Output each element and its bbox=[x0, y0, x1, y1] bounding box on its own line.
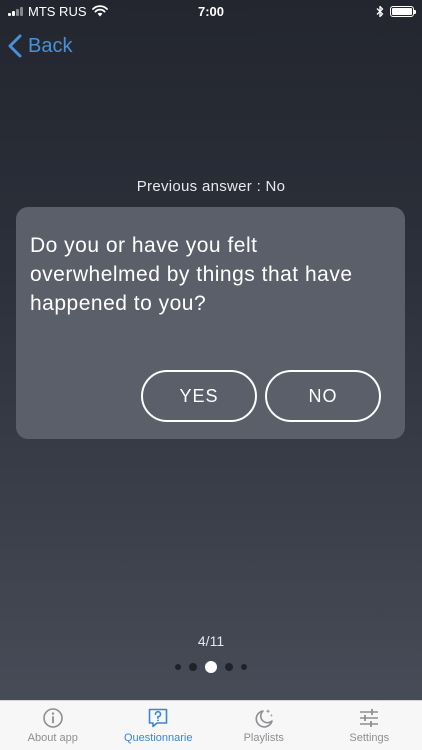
yes-button[interactable]: YES bbox=[141, 370, 257, 422]
tab-about-app[interactable]: About app bbox=[0, 701, 106, 750]
question-card: Do you or have you felt overwhelmed by t… bbox=[16, 207, 405, 439]
tab-label: About app bbox=[27, 732, 78, 744]
back-label: Back bbox=[28, 34, 73, 57]
page-dot bbox=[175, 664, 181, 670]
signal-strength-icon bbox=[8, 6, 23, 16]
question-bubble-icon bbox=[148, 708, 168, 728]
moon-stars-icon bbox=[255, 709, 273, 728]
tab-playlists[interactable]: Playlists bbox=[211, 701, 317, 750]
tab-label: Questionnarie bbox=[124, 732, 193, 744]
tab-settings[interactable]: Settings bbox=[317, 701, 422, 750]
page-dot bbox=[189, 663, 197, 671]
progress-counter: 4/11 bbox=[197, 633, 225, 649]
carrier-name: MTS RUS bbox=[28, 3, 87, 19]
tab-label: Playlists bbox=[243, 732, 284, 744]
chevron-left-icon bbox=[8, 34, 22, 58]
tab-questionnarie[interactable]: Questionnarie bbox=[106, 701, 212, 750]
status-right bbox=[376, 5, 416, 18]
wifi-icon bbox=[91, 5, 108, 17]
sliders-icon bbox=[360, 709, 379, 727]
page-dot-active bbox=[205, 661, 217, 673]
no-button[interactable]: NO bbox=[265, 370, 381, 422]
page-dot bbox=[241, 664, 247, 670]
info-icon bbox=[42, 708, 63, 728]
tab-bar: About app Questionnarie Playlists Settin… bbox=[0, 700, 422, 750]
page-indicator bbox=[0, 661, 422, 673]
back-button[interactable]: Back bbox=[8, 30, 72, 62]
page-dot bbox=[225, 663, 233, 671]
question-text: Do you or have you felt overwhelmed by t… bbox=[30, 234, 353, 315]
bluetooth-icon bbox=[376, 5, 384, 17]
battery-icon bbox=[390, 5, 416, 17]
tab-label: Settings bbox=[349, 732, 390, 744]
status-bar: MTS RUS 7:00 bbox=[0, 0, 422, 22]
answer-buttons: YES NO bbox=[141, 370, 381, 422]
previous-answer: Previous answer : No bbox=[136, 178, 286, 195]
status-left: MTS RUS bbox=[8, 4, 108, 19]
